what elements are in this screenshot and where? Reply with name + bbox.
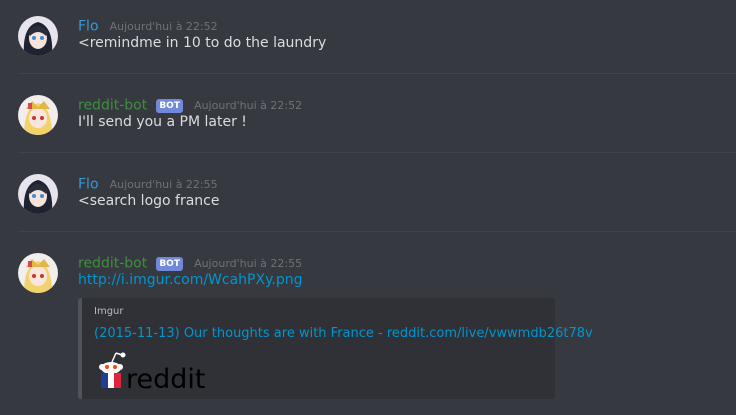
reddit-alien-france-icon [99, 352, 126, 388]
timestamp: Aujourd'hui à 22:52 [109, 20, 218, 33]
anime-girl-blonde-avatar-icon [18, 95, 58, 135]
anime-girl-blonde-avatar-icon [18, 253, 58, 293]
embed-title[interactable]: (2015-11-13) Our thoughts are with Franc… [94, 326, 593, 341]
avatar[interactable] [18, 16, 58, 56]
svg-text:reddit: reddit [126, 364, 205, 392]
message-content: I'll send you a PM later ! [78, 114, 247, 130]
link-embed: Imgur (2015-11-13) Our thoughts are with… [78, 298, 593, 399]
author-name[interactable]: reddit-bot [78, 256, 147, 272]
chat-messages: Flo Aujourd'hui à 22:52 <remindme in 10 … [0, 0, 736, 415]
message-divider [18, 73, 736, 74]
message-content: <search logo france [78, 193, 220, 209]
anime-girl-avatar-icon [18, 16, 58, 56]
embed-provider[interactable]: Imgur [94, 306, 124, 317]
reddit-logo: reddit [99, 352, 205, 395]
bot-badge: BOT [156, 98, 183, 113]
timestamp: Aujourd'hui à 22:55 [109, 178, 218, 191]
message-link[interactable]: http://i.imgur.com/WcahPXy.png [78, 272, 302, 288]
avatar[interactable] [18, 95, 58, 135]
anime-girl-avatar-icon [18, 174, 58, 214]
message-divider [18, 152, 736, 153]
author-name[interactable]: reddit-bot [78, 98, 147, 114]
author-name[interactable]: Flo [78, 19, 99, 35]
timestamp: Aujourd'hui à 22:55 [194, 257, 303, 270]
timestamp: Aujourd'hui à 22:52 [194, 99, 303, 112]
message-content: http://i.imgur.com/WcahPXy.png [78, 272, 302, 288]
message-content: <remindme in 10 to do the laundry [78, 35, 327, 51]
avatar[interactable] [18, 253, 58, 293]
message-divider [18, 231, 736, 232]
avatar[interactable] [18, 174, 58, 214]
author-name[interactable]: Flo [78, 177, 99, 193]
embed-image[interactable]: reddit [96, 350, 208, 396]
bot-badge: BOT [156, 256, 183, 271]
